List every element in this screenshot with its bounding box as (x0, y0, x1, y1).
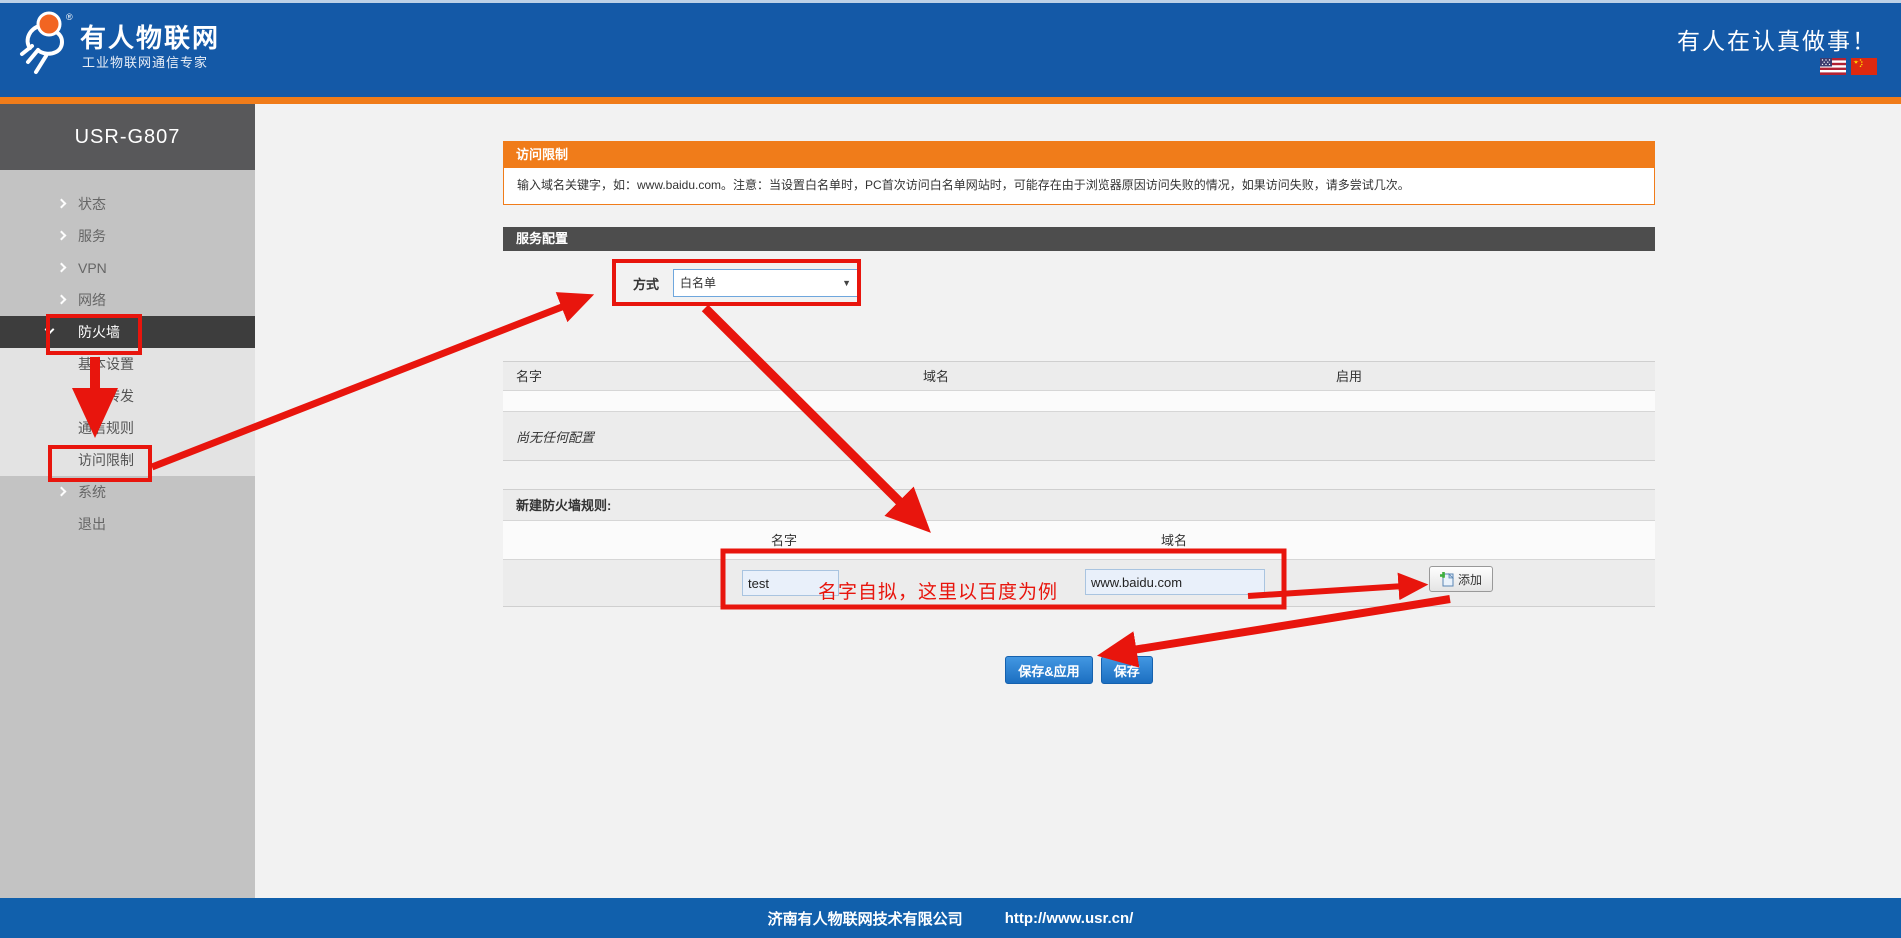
language-flags (1820, 58, 1877, 75)
sidebar-item-label: 访问限制 (78, 452, 134, 468)
save-apply-button[interactable]: 保存&应用 (1005, 656, 1092, 684)
cn-flag-icon[interactable] (1851, 58, 1877, 75)
sidebar-item-port-forwarding[interactable]: 端口转发 (0, 380, 255, 412)
column-header-name: 名字 (516, 362, 542, 391)
top-banner: ® 有人物联网 工业物联网通信专家 有人在认真做事！ (0, 0, 1901, 97)
sidebar-item-access-restriction[interactable]: 访问限制 (0, 444, 255, 476)
column-header-enable: 启用 (1336, 362, 1362, 391)
notice-text: 输入域名关键字，如：www.baidu.com。注意：当设置白名单时，PC首次访… (503, 168, 1655, 205)
chevron-right-icon (57, 199, 67, 209)
usr-logo-icon: ® (16, 10, 74, 86)
registered-mark: ® (66, 12, 73, 22)
save-button[interactable]: 保存 (1101, 656, 1153, 684)
rules-table-spacer-row (503, 391, 1655, 412)
new-rule-domain-header: 域名 (1161, 521, 1187, 560)
sidebar-item-label: 基本设置 (78, 356, 134, 372)
sidebar: USR-G807 状态 服务 VPN 网络 防火墙 (0, 104, 255, 898)
service-config-header: 服务配置 (503, 227, 1655, 251)
sidebar-item-logout[interactable]: 退出 (0, 508, 255, 540)
sidebar-item-system[interactable]: 系统 (0, 476, 255, 508)
mode-label: 方式 (633, 274, 659, 293)
rule-domain-input[interactable] (1085, 569, 1265, 595)
page-title: 访问限制 (503, 141, 1655, 168)
sidebar-item-status[interactable]: 状态 (0, 188, 255, 220)
empty-config-text: 尚无任何配置 (503, 427, 594, 446)
sidebar-item-network[interactable]: 网络 (0, 284, 255, 316)
sidebar-item-firewall[interactable]: 防火墙 (0, 316, 255, 348)
banner-highlight-line (0, 0, 1901, 3)
column-header-domain: 域名 (923, 362, 949, 391)
us-flag-icon[interactable] (1820, 58, 1846, 75)
chevron-right-icon (57, 263, 67, 273)
company-slogan: 有人在认真做事！ (1677, 22, 1877, 56)
footer-company: 济南有人物联网技术有限公司 (768, 908, 963, 929)
add-button[interactable]: 添加 (1429, 566, 1493, 592)
router-admin-page: ® 有人物联网 工业物联网通信专家 有人在认真做事！ (0, 0, 1901, 938)
new-rule-section: 新建防火墙规则: 名字 域名 添加 (503, 489, 1655, 607)
sidebar-item-label: 状态 (78, 196, 106, 212)
sidebar-item-label: VPN (78, 260, 107, 276)
new-rule-title: 新建防火墙规则: (503, 490, 1655, 521)
brand-name: 有人物联网 (80, 18, 220, 55)
save-button-row: 保存&应用 保存 (503, 656, 1655, 684)
sidebar-item-label: 网络 (78, 292, 106, 308)
main-content: 访问限制 输入域名关键字，如：www.baidu.com。注意：当设置白名单时，… (503, 141, 1655, 205)
footer-url-link[interactable]: http://www.usr.cn/ (1005, 910, 1134, 927)
annotation-arrow-add-to-save (1108, 599, 1450, 654)
chevron-right-icon (57, 295, 67, 305)
device-model-title: USR-G807 (0, 104, 255, 170)
add-button-label: 添加 (1458, 571, 1482, 588)
sidebar-item-label: 退出 (78, 516, 106, 532)
add-page-icon (1440, 572, 1454, 587)
mode-select[interactable]: 白名单 ▼ (673, 269, 859, 297)
new-rule-header-row: 名字 域名 (503, 521, 1655, 560)
chevron-down-icon (45, 325, 55, 335)
rule-name-input[interactable] (742, 570, 839, 596)
mode-row: 方式 白名单 ▼ (633, 268, 859, 298)
brand-tagline: 工业物联网通信专家 (82, 52, 208, 71)
chevron-right-icon (57, 487, 67, 497)
chevron-right-icon (57, 231, 67, 241)
sidebar-item-services[interactable]: 服务 (0, 220, 255, 252)
firewall-submenu: 基本设置 端口转发 通信规则 访问限制 (0, 348, 255, 476)
new-rule-input-row: 添加 (503, 560, 1655, 607)
sidebar-item-traffic-rules[interactable]: 通信规则 (0, 412, 255, 444)
sidebar-item-basic-settings[interactable]: 基本设置 (0, 348, 255, 380)
rules-table-empty-row: 尚无任何配置 (503, 412, 1655, 461)
sidebar-item-vpn[interactable]: VPN (0, 252, 255, 284)
select-dropdown-arrow-icon: ▼ (842, 270, 851, 296)
sidebar-item-label: 防火墙 (78, 324, 120, 340)
rules-table: 名字 域名 启用 尚无任何配置 (503, 361, 1655, 461)
sidebar-item-label: 端口转发 (78, 388, 134, 404)
orange-divider-bar (0, 97, 1901, 104)
sidebar-item-label: 服务 (78, 228, 106, 244)
footer-bar: 济南有人物联网技术有限公司 http://www.usr.cn/ (0, 898, 1901, 938)
sidebar-menu: 状态 服务 VPN 网络 防火墙 基本设置 (0, 170, 255, 540)
mode-selected-value: 白名单 (680, 276, 716, 290)
sidebar-item-label: 通信规则 (78, 420, 134, 436)
rules-table-header-row: 名字 域名 启用 (503, 362, 1655, 391)
new-rule-name-header: 名字 (771, 521, 797, 560)
sidebar-item-label: 系统 (78, 484, 106, 500)
